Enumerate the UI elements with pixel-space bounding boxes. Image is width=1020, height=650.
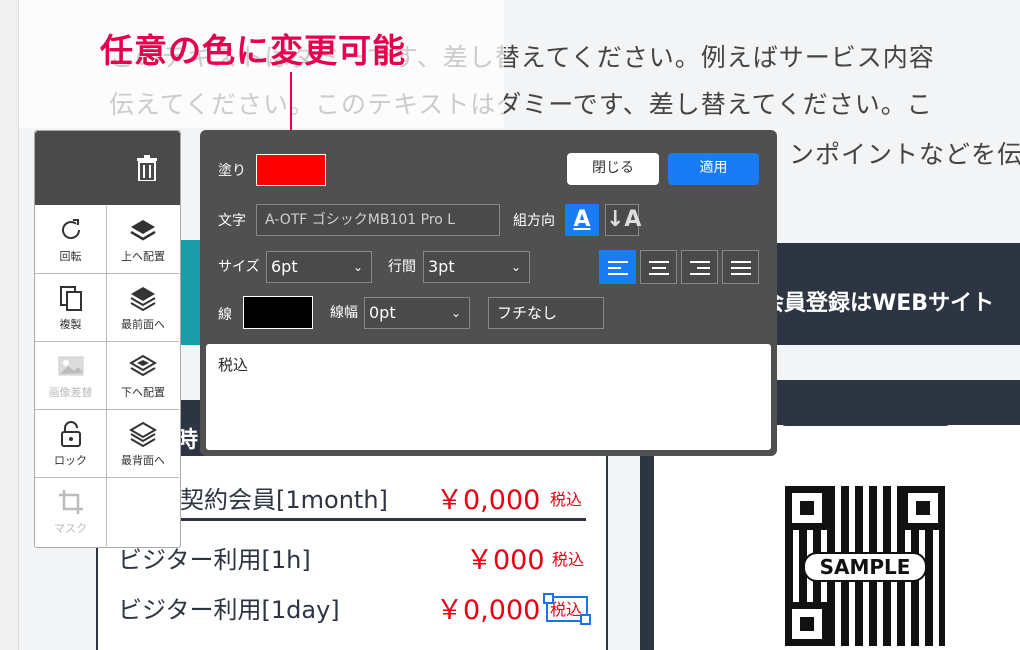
direction-label: 組方向 (513, 213, 555, 229)
tool-label: 画像差替 (48, 386, 93, 399)
size-label: サイズ (218, 259, 260, 275)
align-right-button[interactable] (681, 250, 718, 284)
crop-icon (58, 490, 83, 514)
annotation-callout: 任意の色に変更可能 (100, 31, 406, 70)
qr-finder (901, 486, 945, 530)
replace-image-button[interactable]: 画像差替 (35, 342, 107, 410)
layer-up-icon (130, 220, 156, 241)
leading-select[interactable]: 3pt ⌄ (423, 251, 530, 283)
chevron-down-icon: ⌄ (450, 306, 461, 320)
justify-button[interactable] (722, 250, 759, 284)
navy-banner: 会員登録はWEBサイト (776, 243, 1020, 345)
stroke-width-label: 線幅 (330, 305, 358, 321)
selection-handles[interactable] (543, 593, 591, 625)
send-back-icon (129, 421, 157, 448)
text-content-input[interactable]: 税込 (206, 344, 771, 450)
font-label: 文字 (218, 213, 246, 229)
vertical-text-icon: ↓A (606, 207, 642, 232)
tool-label: 上へ配置 (121, 250, 165, 263)
vertical-text-button[interactable]: ↓A (605, 204, 642, 236)
tool-label: 最背面へ (121, 454, 165, 467)
bring-to-front-button[interactable]: 最前面へ (107, 274, 179, 342)
price-value: ￥0,000 (436, 595, 541, 626)
align-center-button[interactable] (640, 250, 677, 284)
rotate-icon (61, 219, 80, 239)
price-value: ￥000 (466, 545, 545, 576)
tool-label: 最前面へ (121, 318, 165, 331)
divider (178, 518, 586, 521)
font-size-select[interactable]: 6pt ⌄ (266, 251, 372, 283)
leading-value: 3pt (428, 257, 455, 276)
qr-finder (785, 486, 829, 530)
apply-button[interactable]: 適用 (668, 153, 759, 185)
bring-front-icon (130, 287, 156, 312)
chevron-down-icon: ⌄ (510, 260, 521, 274)
price-row[interactable]: 契約会員[1month] ￥0,000 税込 (180, 480, 582, 516)
tool-label: ロック (54, 454, 87, 467)
close-button[interactable]: 閉じる (567, 153, 659, 185)
font-size-value: 6pt (271, 257, 298, 276)
price-value: ￥0,000 (436, 485, 541, 516)
tax-label: 税込 (550, 490, 583, 509)
chevron-down-icon: ⌄ (352, 260, 363, 274)
price-row-label: 契約会員[1month] (180, 486, 388, 514)
body-text-line: ンポイントなどを伝 (789, 140, 1020, 169)
horizontal-text-icon: A (573, 207, 591, 232)
send-to-back-button[interactable]: 最背面へ (107, 410, 179, 478)
tax-label: 税込 (552, 550, 585, 569)
duplicate-icon (59, 286, 82, 311)
mask-button[interactable]: マスク (35, 478, 107, 546)
stroke-width-select[interactable]: 0pt ⌄ (364, 297, 470, 329)
image-icon (58, 356, 83, 376)
font-family-field[interactable]: A-OTF ゴシックMB101 Pro L (256, 204, 500, 236)
send-backward-button[interactable]: 下へ配置 (107, 342, 179, 410)
tool-label: 複製 (59, 318, 82, 331)
qr-code[interactable]: SAMPLE (785, 486, 945, 646)
align-left-button[interactable] (599, 250, 636, 284)
border-style-field[interactable]: フチなし (488, 297, 604, 329)
layer-down-icon (129, 354, 157, 377)
fill-color-swatch[interactable] (256, 154, 326, 186)
empty-tool-slot (107, 478, 179, 546)
lock-button[interactable]: ロック (35, 410, 107, 478)
fill-label: 塗り (218, 163, 246, 179)
tool-label: 下へ配置 (121, 386, 165, 399)
tool-label: マスク (54, 522, 87, 535)
text-style-dialog: 塗り 閉じる 適用 文字 A-OTF ゴシックMB101 Pro L 組方向 A… (200, 130, 777, 456)
bring-forward-button[interactable]: 上へ配置 (107, 206, 179, 274)
stroke-color-swatch[interactable] (243, 296, 313, 329)
stroke-width-value: 0pt (369, 303, 396, 322)
price-row-label: ビジター利用[1day] (118, 596, 340, 624)
qr-finder (785, 602, 829, 646)
tool-palette: 回転 上へ配置 複製 最前面へ 画像差替 下へ配置 ロック 最背面へ マスク (34, 130, 181, 548)
qr-sample-label: SAMPLE (803, 552, 927, 582)
qr-panel-tab (778, 380, 953, 426)
duplicate-button[interactable]: 複製 (35, 274, 107, 342)
tool-palette-header (35, 131, 180, 205)
price-row-label: ビジター利用[1h] (118, 546, 311, 574)
stroke-label: 線 (218, 307, 232, 323)
navy-banner-text: 会員登録はWEBサイト (776, 291, 995, 316)
rotate-button[interactable]: 回転 (35, 206, 107, 274)
lock-icon (60, 421, 81, 447)
tool-label: 回転 (59, 250, 82, 263)
trash-icon[interactable] (136, 155, 158, 181)
horizontal-text-button[interactable]: A (565, 204, 599, 236)
leading-label: 行間 (388, 259, 416, 275)
price-row[interactable]: ビジター利用[1day] ￥0,000 税込 (118, 590, 582, 626)
